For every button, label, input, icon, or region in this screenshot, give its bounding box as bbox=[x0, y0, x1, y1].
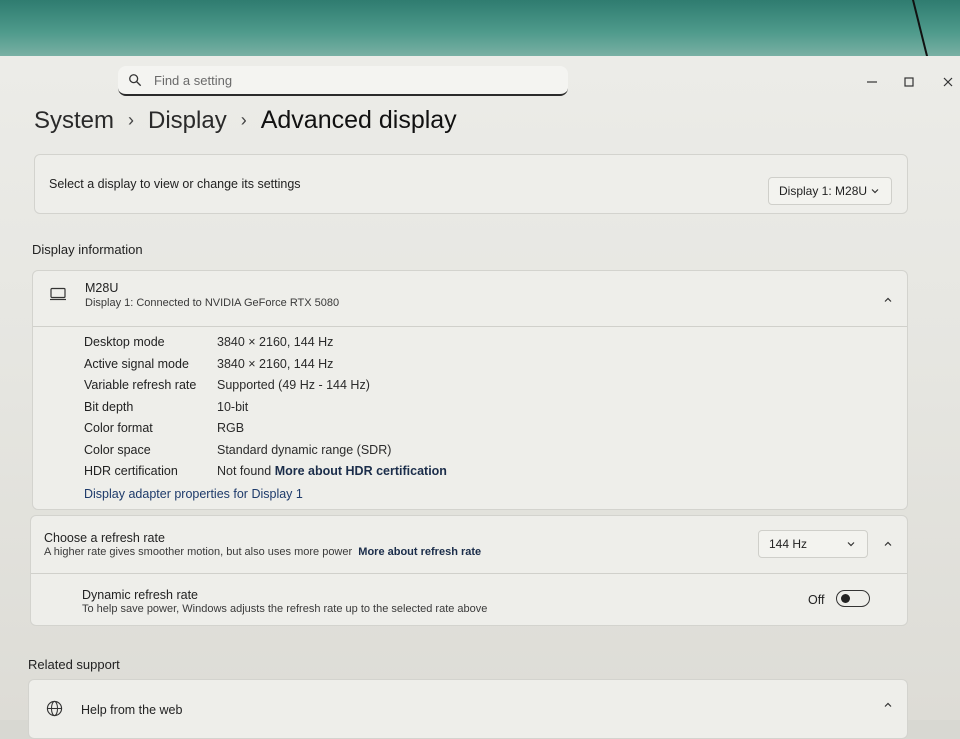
maximize-icon bbox=[904, 77, 914, 87]
dynamic-refresh-title: Dynamic refresh rate bbox=[82, 588, 199, 602]
info-label-desktop-mode: Desktop mode bbox=[84, 335, 165, 349]
refresh-rate-value: 144 Hz bbox=[769, 537, 808, 551]
monitor-connection: Display 1: Connected to NVIDIA GeForce R… bbox=[85, 297, 340, 309]
monitor-name: M28U bbox=[85, 281, 119, 295]
info-value-color-format: RGB bbox=[217, 421, 245, 435]
info-label-bit-depth: Bit depth bbox=[84, 400, 134, 414]
info-value-hdr-certification: Not found More about HDR certification bbox=[217, 464, 447, 478]
minimize-icon bbox=[867, 81, 877, 83]
display-select-dropdown[interactable]: Display 1: M28U bbox=[768, 177, 892, 205]
info-label-hdr-certification: HDR certification bbox=[84, 464, 178, 478]
dynamic-refresh-description: To help save power, Windows adjusts the … bbox=[82, 603, 488, 615]
info-value-active-signal-mode: 3840 × 2160, 144 Hz bbox=[217, 357, 334, 371]
chevron-down-icon bbox=[847, 542, 855, 547]
search-icon bbox=[129, 74, 142, 87]
info-label-color-format: Color format bbox=[84, 421, 153, 435]
info-label-color-space: Color space bbox=[84, 443, 151, 457]
minimize-button[interactable] bbox=[862, 72, 882, 92]
display-select-value: Display 1: M28U bbox=[779, 184, 868, 198]
info-value-variable-refresh-rate: Supported (49 Hz - 144 Hz) bbox=[217, 378, 370, 392]
chevron-up-icon[interactable] bbox=[882, 699, 894, 711]
search-input[interactable] bbox=[152, 71, 536, 89]
hdr-certification-link[interactable]: More about HDR certification bbox=[275, 464, 447, 478]
breadcrumb-display[interactable]: Display bbox=[148, 107, 227, 135]
desktop-background bbox=[0, 0, 960, 58]
dynamic-refresh-state: Off bbox=[808, 593, 825, 607]
display-adapter-properties-link[interactable]: Display adapter properties for Display 1 bbox=[84, 487, 303, 501]
globe-icon bbox=[46, 700, 63, 717]
page-title: Advanced display bbox=[260, 106, 457, 134]
refresh-rate-description: A higher rate gives smoother motion, but… bbox=[44, 546, 482, 558]
display-information-heading: Display information bbox=[32, 242, 143, 257]
info-value-desktop-mode: 3840 × 2160, 144 Hz bbox=[217, 335, 334, 349]
refresh-rate-title: Choose a refresh rate bbox=[44, 531, 165, 545]
refresh-rate-link[interactable]: More about refresh rate bbox=[358, 546, 481, 558]
close-button[interactable] bbox=[938, 72, 958, 92]
chevron-right-icon: › bbox=[128, 110, 135, 130]
info-label-active-signal-mode: Active signal mode bbox=[84, 357, 189, 371]
info-value-bit-depth: 10-bit bbox=[217, 400, 249, 414]
hdr-status-value: Not found bbox=[217, 464, 272, 478]
info-label-variable-refresh-rate: Variable refresh rate bbox=[84, 378, 197, 392]
breadcrumb-system[interactable]: System bbox=[34, 107, 114, 135]
select-display-label: Select a display to view or change its s… bbox=[49, 177, 301, 191]
divider bbox=[31, 573, 907, 574]
help-from-web-label: Help from the web bbox=[81, 703, 183, 717]
search-box[interactable] bbox=[118, 66, 568, 96]
refresh-rate-dropdown[interactable]: 144 Hz bbox=[758, 530, 868, 558]
breadcrumb: System › Display › Advanced display bbox=[34, 106, 457, 135]
chevron-up-icon[interactable] bbox=[882, 294, 894, 306]
chevron-down-icon bbox=[871, 189, 879, 194]
maximize-button[interactable] bbox=[899, 72, 919, 92]
monitor-icon bbox=[50, 287, 66, 301]
toggle-knob bbox=[841, 594, 850, 603]
related-support-heading: Related support bbox=[28, 657, 120, 672]
divider bbox=[33, 326, 907, 327]
chevron-up-icon[interactable] bbox=[882, 538, 894, 550]
info-value-color-space: Standard dynamic range (SDR) bbox=[217, 443, 392, 457]
chevron-right-icon: › bbox=[240, 110, 247, 130]
dynamic-refresh-toggle[interactable] bbox=[836, 590, 870, 607]
close-icon bbox=[943, 77, 953, 87]
